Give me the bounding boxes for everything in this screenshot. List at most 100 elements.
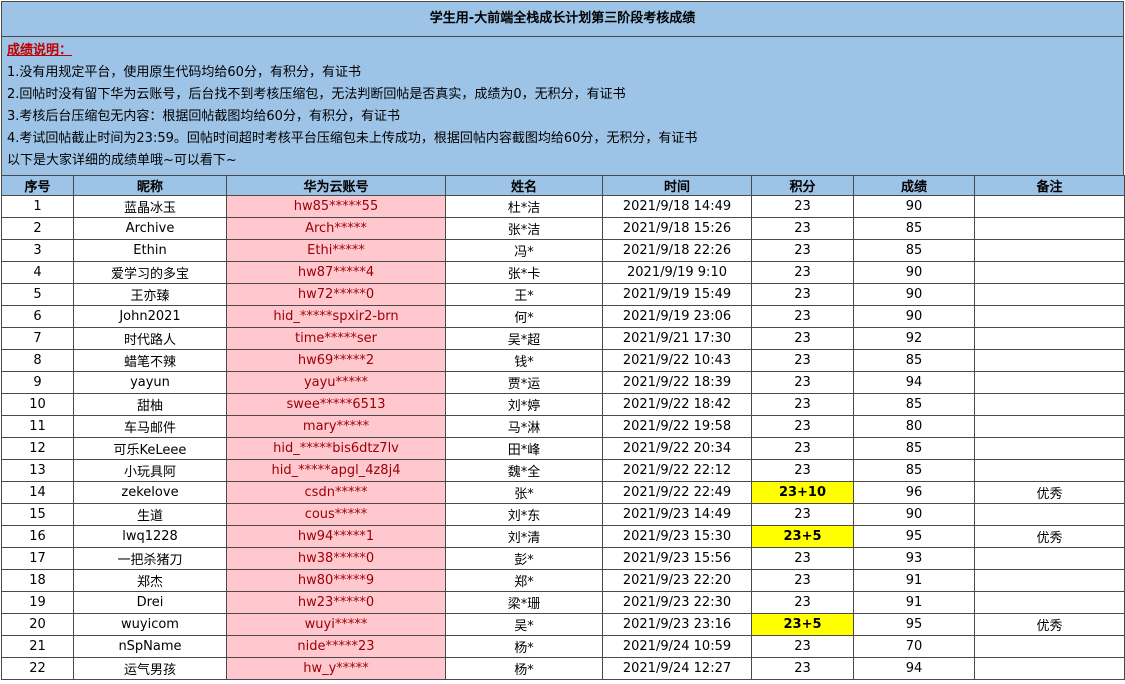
cell-points[interactable]: 23 [751, 459, 854, 482]
cell-remark[interactable] [974, 349, 1125, 372]
cell-name[interactable]: 张* [445, 481, 603, 504]
cell-name[interactable]: 魏*全 [445, 459, 603, 482]
cell-nickname[interactable]: 小玩具阿 [73, 459, 227, 482]
cell-remark[interactable]: 优秀 [974, 481, 1125, 504]
cell-account[interactable]: Arch***** [226, 217, 446, 240]
cell-nickname[interactable]: 时代路人 [73, 327, 227, 350]
cell-time[interactable]: 2021/9/21 17:30 [602, 327, 752, 350]
cell-points[interactable]: 23 [751, 195, 854, 218]
cell-score[interactable]: 85 [853, 239, 975, 262]
cell-nickname[interactable]: 蓝晶冰玉 [73, 195, 227, 218]
cell-name[interactable]: 杨* [445, 657, 603, 680]
cell-score[interactable]: 96 [853, 481, 975, 504]
cell-score[interactable]: 91 [853, 569, 975, 592]
cell-no[interactable]: 19 [1, 591, 74, 614]
cell-points[interactable]: 23 [751, 261, 854, 284]
cell-nickname[interactable]: John2021 [73, 305, 227, 328]
cell-name[interactable]: 梁*珊 [445, 591, 603, 614]
cell-no[interactable]: 14 [1, 481, 74, 504]
cell-account[interactable]: hw23*****0 [226, 591, 446, 614]
cell-no[interactable]: 12 [1, 437, 74, 460]
cell-name[interactable]: 张*卡 [445, 261, 603, 284]
cell-no[interactable]: 9 [1, 371, 74, 394]
cell-score[interactable]: 94 [853, 657, 975, 680]
cell-name[interactable]: 吴* [445, 613, 603, 636]
cell-no[interactable]: 5 [1, 283, 74, 306]
col-header-no[interactable]: 序号 [1, 175, 74, 196]
cell-score[interactable]: 90 [853, 195, 975, 218]
cell-no[interactable]: 10 [1, 393, 74, 416]
cell-no[interactable]: 7 [1, 327, 74, 350]
cell-nickname[interactable]: 郑杰 [73, 569, 227, 592]
cell-time[interactable]: 2021/9/23 14:49 [602, 503, 752, 526]
cell-nickname[interactable]: Archive [73, 217, 227, 240]
cell-account[interactable]: hw87*****4 [226, 261, 446, 284]
cell-account[interactable]: wuyi***** [226, 613, 446, 636]
cell-account[interactable]: hid_*****bis6dtz7lv [226, 437, 446, 460]
cell-points[interactable]: 23 [751, 635, 854, 658]
col-header-score[interactable]: 成绩 [853, 175, 975, 196]
cell-score[interactable]: 95 [853, 613, 975, 636]
cell-no[interactable]: 17 [1, 547, 74, 570]
cell-name[interactable]: 彭* [445, 547, 603, 570]
col-header-account[interactable]: 华为云账号 [226, 175, 446, 196]
cell-account[interactable]: hw69*****2 [226, 349, 446, 372]
cell-remark[interactable] [974, 547, 1125, 570]
cell-account[interactable]: hw_y***** [226, 657, 446, 680]
cell-account[interactable]: time*****ser [226, 327, 446, 350]
cell-points[interactable]: 23+10 [751, 481, 854, 504]
cell-account[interactable]: swee*****6513 [226, 393, 446, 416]
sheet-title[interactable]: 学生用-大前端全栈成长计划第三阶段考核成绩 [1, 1, 1124, 37]
col-header-points[interactable]: 积分 [751, 175, 854, 196]
cell-score[interactable]: 94 [853, 371, 975, 394]
cell-points[interactable]: 23 [751, 437, 854, 460]
cell-remark[interactable] [974, 371, 1125, 394]
cell-no[interactable]: 16 [1, 525, 74, 548]
cell-points[interactable]: 23 [751, 349, 854, 372]
cell-time[interactable]: 2021/9/19 15:49 [602, 283, 752, 306]
cell-name[interactable]: 张*洁 [445, 217, 603, 240]
cell-points[interactable]: 23 [751, 217, 854, 240]
cell-remark[interactable] [974, 415, 1125, 438]
cell-no[interactable]: 20 [1, 613, 74, 636]
cell-points[interactable]: 23 [751, 569, 854, 592]
cell-nickname[interactable]: 运气男孩 [73, 657, 227, 680]
cell-name[interactable]: 刘*婷 [445, 393, 603, 416]
cell-points[interactable]: 23 [751, 591, 854, 614]
cell-score[interactable]: 90 [853, 305, 975, 328]
cell-time[interactable]: 2021/9/22 20:34 [602, 437, 752, 460]
cell-remark[interactable] [974, 393, 1125, 416]
cell-account[interactable]: Ethi***** [226, 239, 446, 262]
cell-score[interactable]: 85 [853, 393, 975, 416]
cell-remark[interactable] [974, 635, 1125, 658]
col-header-remark[interactable]: 备注 [974, 175, 1125, 196]
cell-no[interactable]: 21 [1, 635, 74, 658]
cell-nickname[interactable]: 甜柚 [73, 393, 227, 416]
cell-no[interactable]: 13 [1, 459, 74, 482]
cell-score[interactable]: 92 [853, 327, 975, 350]
cell-name[interactable]: 杜*洁 [445, 195, 603, 218]
cell-account[interactable]: hw94*****1 [226, 525, 446, 548]
cell-nickname[interactable]: Ethin [73, 239, 227, 262]
cell-remark[interactable] [974, 283, 1125, 306]
cell-time[interactable]: 2021/9/18 15:26 [602, 217, 752, 240]
cell-points[interactable]: 23 [751, 239, 854, 262]
cell-account[interactable]: hw38*****0 [226, 547, 446, 570]
cell-points[interactable]: 23 [751, 371, 854, 394]
cell-score[interactable]: 85 [853, 437, 975, 460]
cell-name[interactable]: 杨* [445, 635, 603, 658]
cell-account[interactable]: mary***** [226, 415, 446, 438]
cell-nickname[interactable]: 爱学习的多宝 [73, 261, 227, 284]
cell-no[interactable]: 4 [1, 261, 74, 284]
cell-no[interactable]: 22 [1, 657, 74, 680]
cell-account[interactable]: hw72*****0 [226, 283, 446, 306]
cell-score[interactable]: 85 [853, 349, 975, 372]
cell-time[interactable]: 2021/9/23 15:56 [602, 547, 752, 570]
cell-nickname[interactable]: Drei [73, 591, 227, 614]
cell-name[interactable]: 王* [445, 283, 603, 306]
cell-time[interactable]: 2021/9/22 10:43 [602, 349, 752, 372]
cell-time[interactable]: 2021/9/22 19:58 [602, 415, 752, 438]
cell-nickname[interactable]: lwq1228 [73, 525, 227, 548]
cell-name[interactable]: 吴*超 [445, 327, 603, 350]
cell-time[interactable]: 2021/9/24 10:59 [602, 635, 752, 658]
